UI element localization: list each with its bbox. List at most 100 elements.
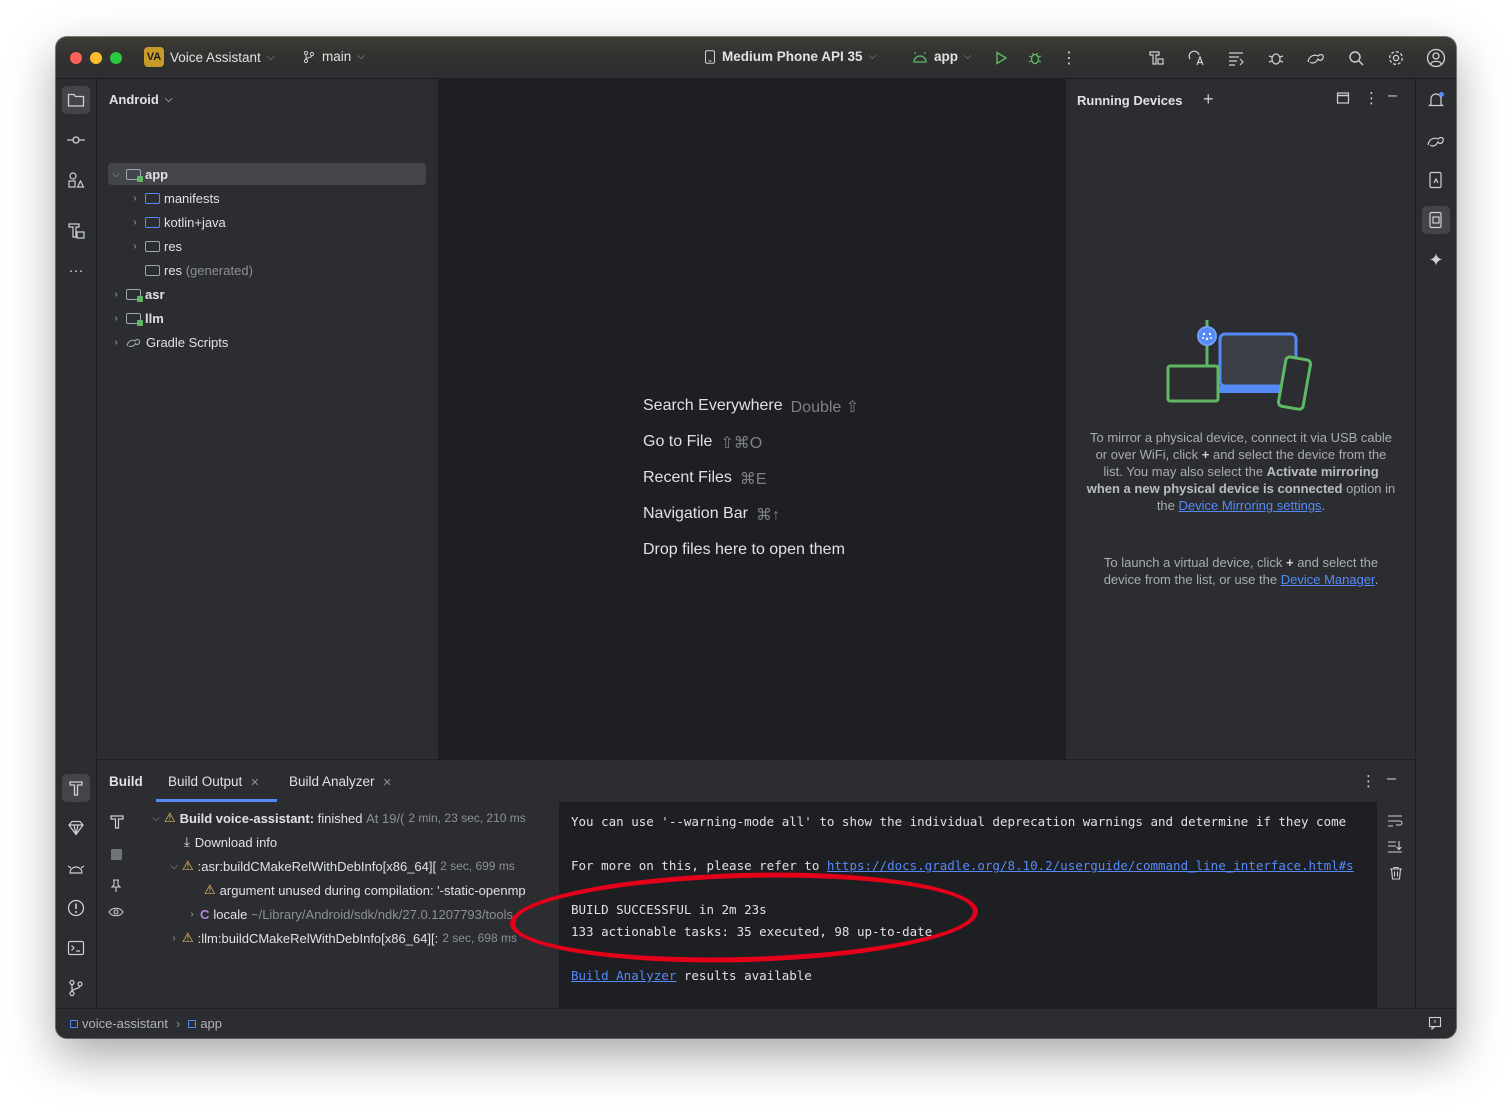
device-manager-icon[interactable] bbox=[1422, 166, 1450, 194]
build-variants-icon[interactable] bbox=[1145, 47, 1167, 69]
build-tree-asr-task[interactable]: ⌵ ⚠ :asr:buildCMakeRelWithDebInfo[x86_64… bbox=[166, 855, 515, 877]
add-device-icon[interactable]: + bbox=[1203, 89, 1214, 110]
console-line: For more on this, please refer to https:… bbox=[571, 858, 1354, 873]
terminal-icon[interactable] bbox=[62, 934, 90, 962]
warning-icon: ⚠ bbox=[204, 882, 216, 897]
project-panel: Android ⌵ ⌵ app › manifests › kotlin+jav… bbox=[97, 79, 439, 759]
window-layout-icon[interactable] bbox=[1336, 91, 1350, 105]
account-icon[interactable] bbox=[1425, 47, 1447, 69]
translate-icon[interactable] bbox=[1185, 47, 1207, 69]
build-hammer-icon[interactable] bbox=[109, 814, 125, 830]
hint-go-to-file: Go to File ⇧⌘O bbox=[643, 433, 762, 453]
module-icon bbox=[188, 1019, 197, 1028]
hint-shortcut: Double ⇧ bbox=[790, 399, 860, 416]
build-tree-download-info[interactable]: ⤓ Download info bbox=[184, 831, 277, 853]
gradle-docs-link[interactable]: https://docs.gradle.org/8.10.2/userguide… bbox=[827, 858, 1354, 873]
build-analyzer-link[interactable]: Build Analyzer bbox=[571, 968, 676, 983]
device-selector[interactable]: Medium Phone API 35 ⌵ bbox=[704, 49, 876, 64]
build-tree-label: locale bbox=[213, 906, 248, 922]
branch-selector[interactable]: main ⌵ bbox=[302, 49, 365, 64]
tree-item-gradle-scripts[interactable]: › Gradle Scripts bbox=[108, 331, 228, 353]
ide-window: VA Voice Assistant ⌵ main ⌵ Medium Phone… bbox=[56, 37, 1456, 1038]
tree-item-suffix: (generated) bbox=[185, 262, 253, 278]
feedback-icon[interactable] bbox=[1428, 1016, 1442, 1030]
minimize-panel-icon[interactable]: – bbox=[1388, 87, 1397, 105]
build-tree-root[interactable]: ⌵ ⚠ Build voice-assistant: finished At 1… bbox=[148, 807, 526, 829]
more-options-icon[interactable]: ⋮ bbox=[1364, 89, 1379, 107]
build-tool-icon[interactable] bbox=[62, 774, 90, 802]
warning-icon: ⚠ bbox=[182, 858, 194, 873]
gradle-icon[interactable] bbox=[1422, 126, 1450, 154]
chevron-right-icon: › bbox=[114, 336, 118, 348]
virtual-text: To launch a virtual device, click bbox=[1103, 555, 1283, 570]
resource-manager-icon[interactable] bbox=[62, 166, 90, 194]
tab-label: Build Analyzer bbox=[289, 774, 375, 789]
problems-icon[interactable] bbox=[62, 894, 90, 922]
logcat-list-icon[interactable] bbox=[1225, 47, 1247, 69]
stop-icon[interactable] bbox=[111, 849, 122, 860]
close-window-button[interactable] bbox=[70, 52, 82, 64]
git-icon[interactable] bbox=[62, 974, 90, 1002]
build-variants-icon[interactable] bbox=[62, 217, 90, 245]
project-selector[interactable]: VA Voice Assistant ⌵ bbox=[144, 47, 274, 67]
tree-item-asr[interactable]: › asr bbox=[108, 283, 165, 305]
minimize-window-button[interactable] bbox=[90, 52, 102, 64]
tree-item-llm[interactable]: › llm bbox=[108, 307, 164, 329]
project-view-selector[interactable]: Android ⌵ bbox=[109, 92, 172, 107]
commit-icon[interactable] bbox=[62, 126, 90, 154]
notifications-icon[interactable] bbox=[1422, 86, 1450, 114]
warning-icon: ⚠ bbox=[164, 810, 176, 825]
chevron-right-icon: › bbox=[172, 932, 176, 944]
tree-item-kotlin-java[interactable]: › kotlin+java bbox=[127, 211, 225, 233]
breadcrumb-module[interactable]: app bbox=[188, 1016, 222, 1031]
tree-item-label: llm bbox=[145, 310, 164, 326]
pin-icon[interactable] bbox=[110, 879, 122, 893]
tab-build-analyzer[interactable]: Build Analyzer ✕ bbox=[289, 774, 392, 789]
gradle-sync-icon[interactable] bbox=[1305, 47, 1327, 69]
tab-build-output[interactable]: Build Output ✕ bbox=[168, 774, 260, 789]
build-tree-llm-task[interactable]: › ⚠ :llm:buildCMakeRelWithDebInfo[x86_64… bbox=[166, 927, 517, 949]
debug-icon[interactable] bbox=[1024, 47, 1046, 69]
app-inspection-icon[interactable] bbox=[62, 854, 90, 882]
gear-icon[interactable] bbox=[1385, 47, 1407, 69]
folder-icon bbox=[145, 192, 160, 204]
build-tree-locale[interactable]: › C locale ~/Library/Android/sdk/ndk/27.… bbox=[184, 903, 513, 925]
run-icon[interactable] bbox=[990, 47, 1012, 69]
device-manager-link[interactable]: Device Manager bbox=[1281, 572, 1375, 587]
minimize-panel-icon[interactable]: – bbox=[1387, 770, 1396, 788]
tab-build[interactable]: Build bbox=[109, 774, 143, 789]
scroll-to-end-icon[interactable] bbox=[1387, 840, 1403, 854]
more-tools-icon[interactable]: ··· bbox=[62, 256, 90, 284]
close-icon[interactable]: ✕ bbox=[250, 777, 259, 789]
build-tree-label: :llm:buildCMakeRelWithDebInfo[x86_64][: bbox=[197, 930, 439, 946]
build-console[interactable]: You can use '--warning-mode all' to show… bbox=[559, 802, 1377, 1009]
more-actions-icon[interactable]: ⋮ bbox=[1058, 47, 1080, 69]
close-icon[interactable]: ✕ bbox=[383, 777, 392, 789]
trash-icon[interactable] bbox=[1389, 866, 1403, 880]
search-icon[interactable] bbox=[1345, 47, 1367, 69]
tree-item-app[interactable]: ⌵ app bbox=[108, 163, 426, 185]
tree-item-manifests[interactable]: › manifests bbox=[127, 187, 219, 209]
run-config-selector[interactable]: app ⌵ bbox=[912, 49, 972, 64]
tree-item-res[interactable]: › res bbox=[127, 235, 182, 257]
build-tree: ⌵ ⚠ Build voice-assistant: finished At 1… bbox=[148, 802, 560, 1009]
device-name: Medium Phone API 35 bbox=[722, 49, 863, 64]
run-config-name: app bbox=[934, 49, 959, 64]
running-devices-icon[interactable] bbox=[1422, 206, 1450, 234]
chevron-right-icon: › bbox=[114, 312, 118, 324]
soft-wrap-icon[interactable] bbox=[1387, 814, 1403, 828]
zoom-window-button[interactable] bbox=[110, 52, 122, 64]
build-tree-warning-message[interactable]: ⚠ argument unused during compilation: '-… bbox=[204, 879, 526, 901]
device-mirroring-settings-link[interactable]: Device Mirroring settings bbox=[1179, 498, 1322, 513]
gem-icon[interactable] bbox=[62, 814, 90, 842]
bug-settings-icon[interactable] bbox=[1265, 47, 1287, 69]
ai-sparkle-icon[interactable]: ✦ bbox=[1422, 246, 1450, 274]
more-options-icon[interactable]: ⋮ bbox=[1361, 772, 1376, 790]
console-text: For more on this, please refer to bbox=[571, 858, 827, 873]
build-tabs: Build Build Output ✕ Build Analyzer ✕ ⋮ – bbox=[97, 760, 1415, 802]
breadcrumb-project[interactable]: voice-assistant bbox=[70, 1016, 168, 1031]
eye-icon[interactable] bbox=[108, 906, 126, 918]
hint-shortcut: ⇧⌘O bbox=[720, 435, 763, 452]
project-folder-icon[interactable] bbox=[62, 86, 90, 114]
tree-item-res-generated[interactable]: res (generated) bbox=[127, 259, 253, 281]
